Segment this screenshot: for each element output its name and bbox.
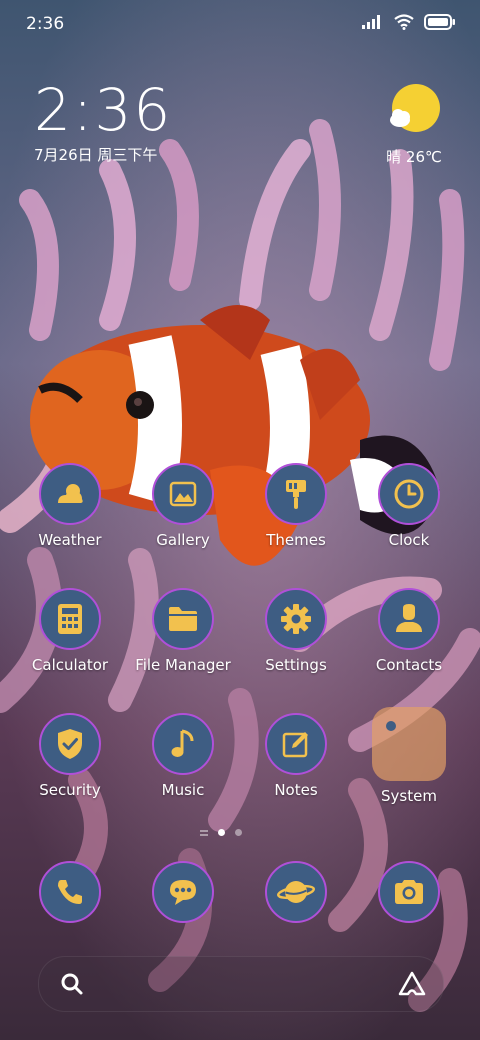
folder-group-icon <box>372 707 446 781</box>
gear-icon <box>281 604 311 634</box>
app-label: Music <box>161 781 205 799</box>
shield-icon <box>58 729 82 759</box>
sun-cloud-icon <box>390 84 440 132</box>
status-time: 2:36 <box>26 14 65 34</box>
folder-icon <box>169 607 197 631</box>
app-icon <box>152 588 214 650</box>
app-weather[interactable]: Weather <box>13 463 127 549</box>
search-button[interactable] <box>59 971 85 1001</box>
dock-camera[interactable] <box>352 861 466 923</box>
app-icon <box>378 588 440 650</box>
app-icon <box>378 861 440 923</box>
contact-icon <box>396 604 422 632</box>
app-label: File Manager <box>135 656 231 674</box>
weather-text: 晴 26℃ <box>386 148 442 166</box>
camera-icon <box>395 880 423 904</box>
app-icon <box>39 463 101 525</box>
app-themes[interactable]: Themes <box>239 463 353 549</box>
app-icon <box>265 463 327 525</box>
app-label: Weather <box>38 531 102 549</box>
paintbrush-icon <box>286 480 306 509</box>
app-contacts[interactable]: Contacts <box>352 588 466 674</box>
gallery-icon <box>169 481 197 507</box>
dock-messages[interactable] <box>126 861 240 923</box>
battery-icon <box>424 14 455 30</box>
home-screen: 2:36 2:36 7月26日 周三下午 晴 26℃ Weather Galle… <box>0 0 480 1040</box>
app-icon <box>265 861 327 923</box>
note-edit-icon <box>282 732 308 758</box>
music-note-icon <box>171 729 194 757</box>
folder-preview-icon <box>386 721 396 731</box>
dock-phone[interactable] <box>13 861 127 923</box>
app-icon <box>39 588 101 650</box>
assistant-button[interactable] <box>397 970 427 1002</box>
status-icons <box>362 14 456 30</box>
status-bar: 2:36 <box>0 0 480 50</box>
app-icon <box>39 713 101 775</box>
weather-widget[interactable]: 晴 26℃ <box>384 82 444 167</box>
app-label: Calculator <box>31 656 109 674</box>
weather-icon <box>58 484 83 503</box>
app-label: Themes <box>266 531 326 549</box>
app-label: Settings <box>265 656 327 674</box>
page-list-icon[interactable] <box>200 829 208 836</box>
wifi-icon <box>394 14 414 30</box>
calculator-icon <box>58 604 82 634</box>
app-icon <box>265 713 327 775</box>
clock-widget-date: 7月26日 周三下午 <box>34 146 158 164</box>
assistant-icon <box>398 971 426 996</box>
app-icon <box>265 588 327 650</box>
search-bar[interactable] <box>38 956 444 1012</box>
app-label: Contacts <box>375 656 443 674</box>
app-icon <box>152 463 214 525</box>
app-label: Gallery <box>156 531 210 549</box>
app-icon <box>378 463 440 525</box>
app-gallery[interactable]: Gallery <box>126 463 240 549</box>
app-security[interactable]: Security <box>13 713 127 799</box>
app-calculator[interactable]: Calculator <box>13 588 127 674</box>
clock-widget-time: 2:36 <box>34 76 173 144</box>
page-dot-active[interactable] <box>218 829 225 836</box>
signal-icon <box>362 15 380 29</box>
app-settings[interactable]: Settings <box>239 588 353 674</box>
app-icon <box>152 713 214 775</box>
app-label: Security <box>39 781 101 799</box>
app-file-manager[interactable]: File Manager <box>126 588 240 674</box>
clock-widget[interactable]: 2:36 7月26日 周三下午 <box>34 78 172 165</box>
phone-icon <box>58 880 82 904</box>
clock-icon <box>394 479 424 509</box>
app-clock[interactable]: Clock <box>352 463 466 549</box>
page-dot[interactable] <box>235 829 242 836</box>
app-notes[interactable]: Notes <box>239 713 353 799</box>
page-indicator[interactable] <box>200 829 242 836</box>
app-label: System <box>381 787 437 805</box>
browser-planet-icon <box>277 881 315 903</box>
folder-system[interactable]: System <box>352 707 466 805</box>
app-label: Clock <box>388 531 430 549</box>
app-label: Notes <box>274 781 318 799</box>
app-icon <box>39 861 101 923</box>
app-icon <box>152 861 214 923</box>
message-icon <box>170 880 196 905</box>
search-icon <box>61 973 83 995</box>
dock-browser[interactable] <box>239 861 353 923</box>
app-music[interactable]: Music <box>126 713 240 799</box>
